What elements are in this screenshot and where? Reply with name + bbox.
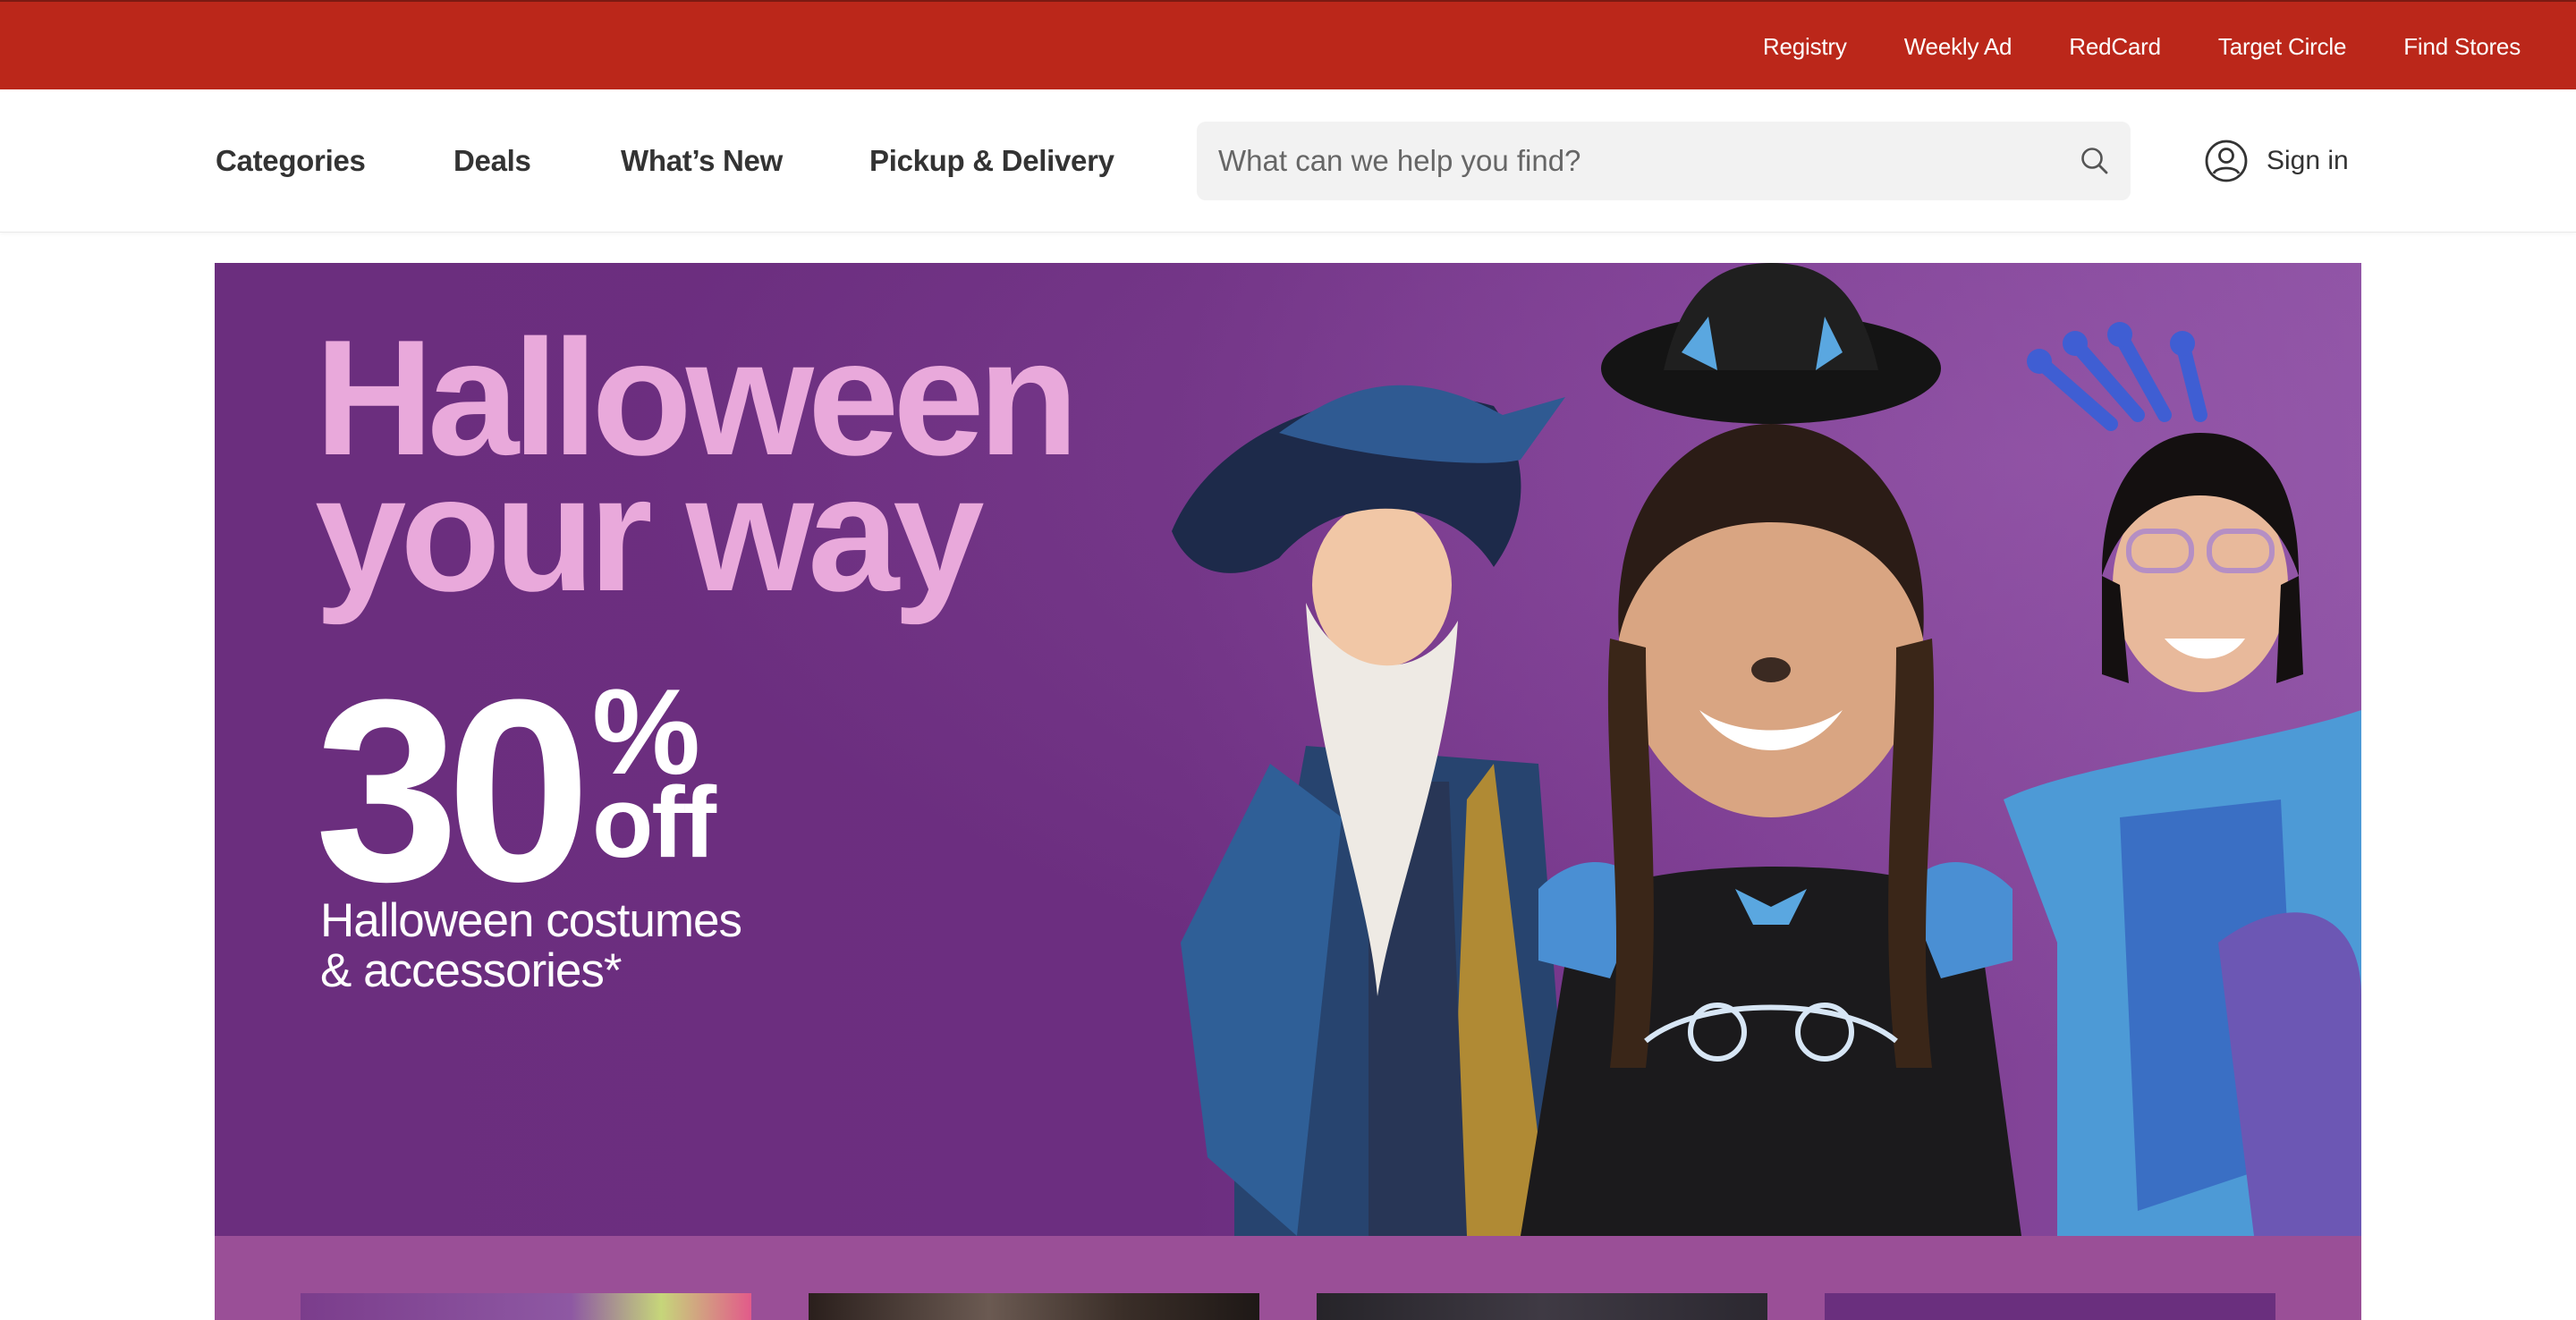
promo-card[interactable] — [1825, 1293, 2275, 1320]
sign-in-button[interactable]: Sign in — [2204, 89, 2349, 233]
kids-in-costumes-image — [1172, 263, 2361, 1236]
target-circle-link[interactable]: Target Circle — [2218, 33, 2347, 61]
nav-pickup-delivery[interactable]: Pickup & Delivery — [869, 89, 1114, 233]
promo-card[interactable] — [1317, 1293, 1767, 1320]
promo-strip — [215, 1236, 2361, 1320]
search-box — [1197, 122, 2131, 200]
promo-card[interactable] — [809, 1293, 1259, 1320]
utility-nav: Registry Weekly Ad RedCard Target Circle… — [1763, 2, 2521, 91]
nav-deals[interactable]: Deals — [453, 89, 531, 233]
hero-subtitle-line2: & accessories* — [320, 944, 623, 997]
hero-banner[interactable]: Halloween your way 30 % off Halloween co… — [215, 263, 2361, 1236]
discount-off: off — [592, 766, 716, 878]
search-button[interactable] — [2059, 122, 2131, 200]
main-header: Categories Deals What’s New Pickup & Del… — [0, 89, 2576, 233]
registry-link[interactable]: Registry — [1763, 33, 1847, 61]
wizard-costume-figure — [1172, 385, 1574, 1236]
cat-costume-figure — [1521, 263, 2021, 1236]
search-icon — [2081, 148, 2108, 174]
utility-bar: Registry Weekly Ad RedCard Target Circle… — [0, 0, 2576, 89]
redcard-link[interactable]: RedCard — [2069, 33, 2161, 61]
find-stores-link[interactable]: Find Stores — [2403, 33, 2521, 61]
hero-headline-line2: your way — [315, 441, 985, 625]
hero-subtitle-line1: Halloween costumes — [320, 894, 742, 947]
hero-subtitle: Halloween costumes & accessories* — [320, 894, 742, 997]
sign-in-label: Sign in — [2267, 146, 2349, 175]
promo-card[interactable] — [301, 1293, 751, 1320]
weekly-ad-link[interactable]: Weekly Ad — [1904, 33, 2012, 61]
search-input[interactable] — [1197, 122, 2059, 200]
peacock-costume-figure — [2004, 322, 2361, 1236]
nav-whats-new[interactable]: What’s New — [621, 89, 783, 233]
nav-categories[interactable]: Categories — [216, 89, 366, 233]
account-icon — [2205, 140, 2248, 182]
hero-headline: Halloween your way — [315, 315, 1079, 625]
discount-number: 30 — [315, 646, 591, 935]
